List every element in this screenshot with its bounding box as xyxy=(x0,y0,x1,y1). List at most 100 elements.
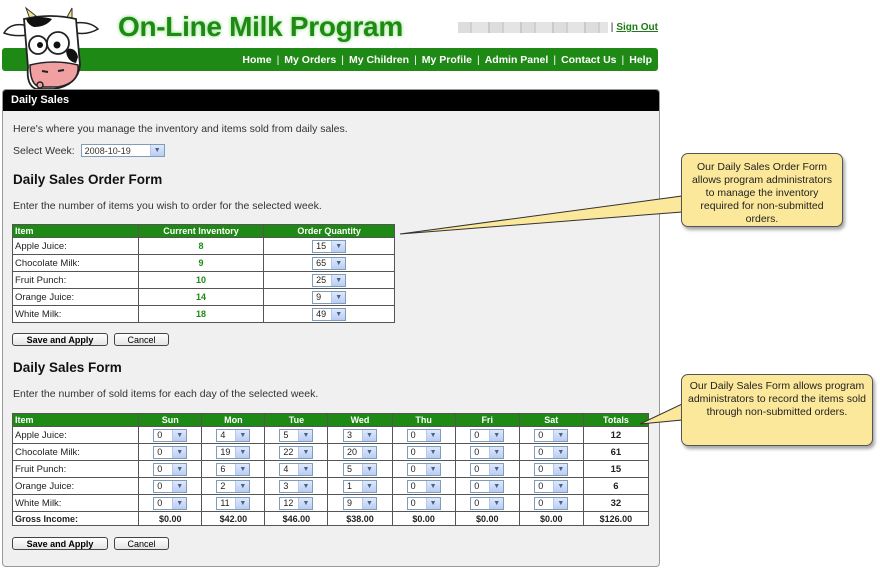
chevron-down-icon[interactable]: ▼ xyxy=(425,480,440,492)
column-header-fri: Fri xyxy=(454,413,520,427)
chevron-down-icon[interactable]: ▼ xyxy=(235,429,250,441)
thu-sold-select[interactable]: 0 ▼ xyxy=(406,479,441,493)
current-inventory: 18 xyxy=(137,305,265,323)
fri-sold-select[interactable]: 0 ▼ xyxy=(470,445,505,459)
order-quantity-select[interactable]: 49 ▼ xyxy=(312,307,347,321)
nav-my-profile[interactable]: My Profile xyxy=(422,54,472,66)
nav-admin-panel[interactable]: Admin Panel xyxy=(485,54,549,66)
wed-sold-select[interactable]: 20 ▼ xyxy=(343,445,378,459)
gross-income-row: Gross Income: $0.00 $42.00 $46.00 $38.00 $0.0… xyxy=(11,511,650,526)
fri-sold-select[interactable]: 0 ▼ xyxy=(470,496,505,510)
nav-contact-us[interactable]: Contact Us xyxy=(561,54,616,66)
chevron-down-icon[interactable]: ▼ xyxy=(298,429,313,441)
mon-sold-select[interactable]: 11 ▼ xyxy=(216,496,251,510)
sales-save-apply-button[interactable]: Save and Apply xyxy=(12,537,108,550)
sat-sold-select[interactable]: 0 ▼ xyxy=(534,445,569,459)
nav-my-children[interactable]: My Children xyxy=(349,54,409,66)
wed-sold-select[interactable]: 9 ▼ xyxy=(343,496,378,510)
chevron-down-icon[interactable]: ▼ xyxy=(362,446,377,458)
chevron-down-icon[interactable]: ▼ xyxy=(425,497,440,509)
chevron-down-icon[interactable]: ▼ xyxy=(172,446,187,458)
wed-sold-select[interactable]: 5 ▼ xyxy=(343,462,378,476)
chevron-down-icon[interactable]: ▼ xyxy=(425,446,440,458)
select-value: 0 xyxy=(474,498,480,508)
sun-sold-select[interactable]: 0 ▼ xyxy=(153,445,188,459)
wed-sold-select[interactable]: 3 ▼ xyxy=(343,428,378,442)
chevron-down-icon[interactable]: ▼ xyxy=(489,463,504,475)
chevron-down-icon[interactable]: ▼ xyxy=(425,429,440,441)
tue-sold-select[interactable]: 22 ▼ xyxy=(279,445,314,459)
tue-sold-select[interactable]: 12 ▼ xyxy=(279,496,314,510)
chevron-down-icon[interactable]: ▼ xyxy=(489,497,504,509)
tue-sold-select[interactable]: 3 ▼ xyxy=(279,479,314,493)
chevron-down-icon[interactable]: ▼ xyxy=(553,497,568,509)
chevron-down-icon[interactable]: ▼ xyxy=(235,446,250,458)
chevron-down-icon[interactable]: ▼ xyxy=(362,497,377,509)
chevron-down-icon[interactable]: ▼ xyxy=(362,463,377,475)
chevron-down-icon[interactable]: ▼ xyxy=(298,497,313,509)
order-save-apply-button[interactable]: Save and Apply xyxy=(12,333,108,346)
chevron-down-icon[interactable]: ▼ xyxy=(553,480,568,492)
chevron-down-icon[interactable]: ▼ xyxy=(331,308,346,320)
sales-row: Apple Juice: 0 ▼ 4 ▼ 5 ▼ 3 ▼ 0 ▼ 0 ▼ 0 ▼ 12 xyxy=(11,426,650,444)
tue-sold-select[interactable]: 4 ▼ xyxy=(279,462,314,476)
chevron-down-icon[interactable]: ▼ xyxy=(298,463,313,475)
chevron-down-icon[interactable]: ▼ xyxy=(553,463,568,475)
sat-sold-select[interactable]: 0 ▼ xyxy=(534,479,569,493)
thu-sold-select[interactable]: 0 ▼ xyxy=(406,496,441,510)
chevron-down-icon[interactable]: ▼ xyxy=(331,274,346,286)
thu-sold-select[interactable]: 0 ▼ xyxy=(406,462,441,476)
chevron-down-icon[interactable]: ▼ xyxy=(489,480,504,492)
chevron-down-icon[interactable]: ▼ xyxy=(235,463,250,475)
chevron-down-icon[interactable]: ▼ xyxy=(425,463,440,475)
sat-sold-select[interactable]: 0 ▼ xyxy=(534,462,569,476)
mon-sold-select[interactable]: 2 ▼ xyxy=(216,479,251,493)
fri-sold-select[interactable]: 0 ▼ xyxy=(470,428,505,442)
wed-sold-select[interactable]: 1 ▼ xyxy=(343,479,378,493)
thu-sold-select[interactable]: 0 ▼ xyxy=(406,445,441,459)
chevron-down-icon[interactable]: ▼ xyxy=(172,429,187,441)
chevron-down-icon[interactable]: ▼ xyxy=(331,257,346,269)
chevron-down-icon[interactable]: ▼ xyxy=(235,480,250,492)
order-quantity-select[interactable]: 25 ▼ xyxy=(312,273,347,287)
tue-sold-select[interactable]: 5 ▼ xyxy=(279,428,314,442)
sun-sold-select[interactable]: 0 ▼ xyxy=(153,462,188,476)
chevron-down-icon[interactable]: ▼ xyxy=(172,480,187,492)
order-quantity-select[interactable]: 9 ▼ xyxy=(312,290,347,304)
chevron-down-icon[interactable]: ▼ xyxy=(331,291,346,303)
order-cancel-button[interactable]: Cancel xyxy=(114,333,169,346)
mon-sold-select[interactable]: 19 ▼ xyxy=(216,445,251,459)
nav-home[interactable]: Home xyxy=(242,54,271,66)
chevron-down-icon[interactable]: ▼ xyxy=(362,429,377,441)
fri-sold-select[interactable]: 0 ▼ xyxy=(470,462,505,476)
nav-help[interactable]: Help xyxy=(629,54,652,66)
chevron-down-icon[interactable]: ▼ xyxy=(489,446,504,458)
order-quantity-select[interactable]: 65 ▼ xyxy=(312,256,347,270)
sun-sold-select[interactable]: 0 ▼ xyxy=(153,428,188,442)
thu-sold-select[interactable]: 0 ▼ xyxy=(406,428,441,442)
chevron-down-icon[interactable]: ▼ xyxy=(172,463,187,475)
chevron-down-icon[interactable]: ▼ xyxy=(298,446,313,458)
order-quantity-select[interactable]: 15 ▼ xyxy=(312,239,347,253)
week-select[interactable]: 2008-10-19 ▼ xyxy=(80,144,165,157)
nav-my-orders[interactable]: My Orders xyxy=(284,54,336,66)
chevron-down-icon[interactable]: ▼ xyxy=(362,480,377,492)
sun-sold-select[interactable]: 0 ▼ xyxy=(153,479,188,493)
chevron-down-icon[interactable]: ▼ xyxy=(298,480,313,492)
chevron-down-icon[interactable]: ▼ xyxy=(553,446,568,458)
chevron-down-icon[interactable]: ▼ xyxy=(172,497,187,509)
mon-sold-select[interactable]: 6 ▼ xyxy=(216,462,251,476)
chevron-down-icon[interactable]: ▼ xyxy=(489,429,504,441)
sat-sold-select[interactable]: 0 ▼ xyxy=(534,428,569,442)
fri-sold-select[interactable]: 0 ▼ xyxy=(470,479,505,493)
chevron-down-icon[interactable]: ▼ xyxy=(553,429,568,441)
sales-cancel-button[interactable]: Cancel xyxy=(114,537,169,550)
sun-sold-select[interactable]: 0 ▼ xyxy=(153,496,188,510)
chevron-down-icon[interactable]: ▼ xyxy=(235,497,250,509)
intro-text: Here's where you manage the inventory an… xyxy=(13,123,348,135)
chevron-down-icon[interactable]: ▼ xyxy=(149,145,164,156)
sat-sold-select[interactable]: 0 ▼ xyxy=(534,496,569,510)
mon-sold-select[interactable]: 4 ▼ xyxy=(216,428,251,442)
chevron-down-icon[interactable]: ▼ xyxy=(331,240,346,252)
sign-out-link[interactable]: Sign Out xyxy=(616,22,658,33)
